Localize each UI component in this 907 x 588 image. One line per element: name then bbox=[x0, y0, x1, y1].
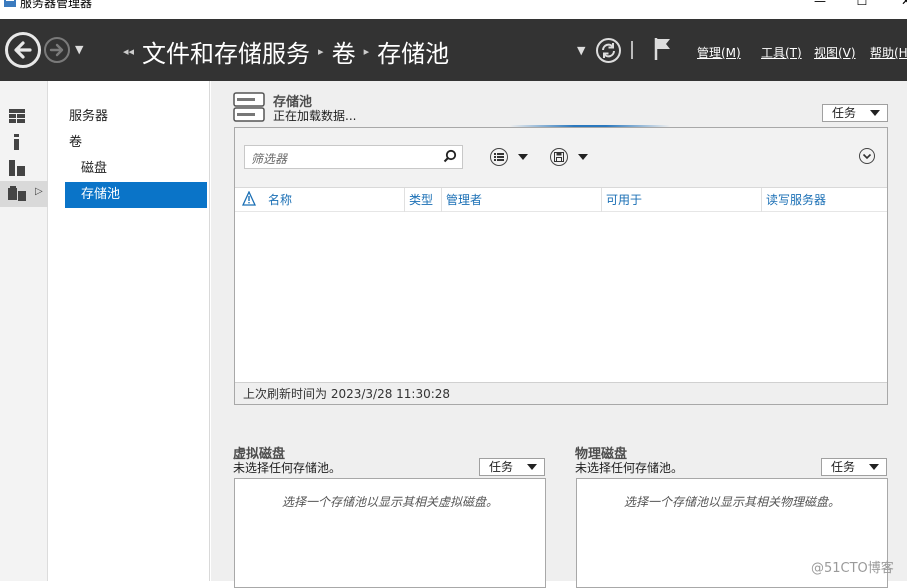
header-bar: ▼ ◂◂ 文件和存储服务 ▸ 卷 ▸ 存储池 ▼ 管理(M) 工具(T) 视图(… bbox=[0, 19, 907, 81]
back-button[interactable] bbox=[5, 32, 41, 68]
tasks-label: 任务 bbox=[831, 460, 856, 474]
physical-disks-message: 选择一个存储池以显示其相关物理磁盘。 bbox=[623, 495, 840, 509]
virtual-disks-panel: 选择一个存储池以显示其相关虚拟磁盘。 bbox=[234, 478, 546, 588]
column-managed-by[interactable]: 管理者 bbox=[441, 188, 482, 212]
column-read-write-server[interactable]: 读写服务器 bbox=[761, 188, 826, 212]
breadcrumb-storage-pools[interactable]: 存储池 bbox=[377, 34, 449, 69]
header-divider bbox=[631, 41, 633, 59]
menu-manage[interactable]: 管理(M) bbox=[697, 44, 741, 61]
notifications-button[interactable] bbox=[653, 36, 673, 62]
refresh-icon bbox=[602, 43, 615, 58]
list-view-dropdown-icon bbox=[518, 154, 528, 160]
filter-toolbar: 筛选器 bbox=[235, 128, 887, 188]
breadcrumb-separator-icon: ▸ bbox=[363, 44, 370, 58]
column-name[interactable]: 名称 bbox=[264, 188, 292, 212]
info-icon bbox=[14, 134, 19, 150]
back-arrow-icon bbox=[14, 41, 32, 59]
last-refresh-status: 上次刷新时间为 2023/3/28 11:30:28 bbox=[235, 382, 887, 404]
save-query-dropdown-icon bbox=[578, 154, 588, 160]
tasks-dropdown-icon bbox=[870, 110, 880, 116]
menu-view[interactable]: 视图(V) bbox=[814, 44, 856, 61]
nav-item-storage-pools[interactable]: 存储池 bbox=[65, 182, 207, 208]
nav-item-servers[interactable]: 服务器 bbox=[65, 104, 207, 130]
maximize-button[interactable]: ☐ bbox=[852, 0, 872, 8]
expand-arrow-icon[interactable]: ▷ bbox=[35, 186, 43, 197]
tasks-dropdown-icon bbox=[869, 464, 879, 470]
warning-column-icon[interactable] bbox=[242, 191, 256, 207]
breadcrumb-file-storage[interactable]: 文件和存储服务 bbox=[142, 34, 310, 69]
column-available-to[interactable]: 可用于 bbox=[601, 188, 642, 212]
save-icon bbox=[554, 152, 564, 162]
minimize-button[interactable]: — bbox=[810, 0, 830, 8]
menu-tools[interactable]: 工具(T) bbox=[761, 44, 802, 61]
expand-filter-button[interactable] bbox=[859, 148, 875, 164]
watermark: @51CTO博客 bbox=[811, 561, 894, 576]
file-storage-nav[interactable]: ▷ bbox=[0, 181, 48, 207]
tasks-dropdown-icon bbox=[527, 464, 537, 470]
dashboard-nav[interactable] bbox=[0, 103, 48, 129]
virtual-disks-message: 选择一个存储池以显示其相关虚拟磁盘。 bbox=[281, 495, 498, 509]
physical-disks-tasks-button[interactable]: 任务 bbox=[821, 458, 887, 476]
file-storage-icon bbox=[8, 186, 26, 201]
dashboard-icon bbox=[9, 109, 25, 123]
left-icon-bar: ▷ bbox=[0, 81, 48, 581]
history-dropdown-icon[interactable]: ▼ bbox=[75, 43, 83, 56]
nav-item-disks[interactable]: 磁盘 bbox=[65, 156, 207, 182]
save-query-button[interactable] bbox=[550, 146, 588, 168]
breadcrumb-volumes[interactable]: 卷 bbox=[332, 34, 356, 69]
breadcrumb-separator-icon: ▸ bbox=[318, 44, 324, 58]
list-view-button[interactable] bbox=[490, 146, 528, 168]
refresh-button[interactable] bbox=[596, 38, 621, 63]
window-title: 服务器管理器 bbox=[20, 0, 93, 10]
nav-item-volumes[interactable]: 卷 bbox=[65, 130, 207, 156]
tasks-label: 任务 bbox=[832, 106, 857, 120]
storage-pool-icon bbox=[233, 92, 265, 122]
local-server-nav[interactable] bbox=[0, 129, 48, 155]
breadcrumb-dropdown-icon[interactable]: ▼ bbox=[577, 44, 585, 57]
chevron-down-icon bbox=[862, 153, 872, 160]
virtual-disks-status: 未选择任何存储池。 bbox=[233, 461, 342, 475]
storage-pools-tasks-button[interactable]: 任务 bbox=[822, 104, 888, 122]
storage-pools-panel: 筛选器 名称 类型 管理者 可用于 读写服务器 上次刷新时间为 2023/3/2… bbox=[234, 127, 888, 405]
forward-arrow-icon bbox=[49, 43, 64, 57]
all-servers-nav[interactable] bbox=[0, 155, 48, 181]
breadcrumb: ◂◂ 文件和存储服务 ▸ 卷 ▸ 存储池 bbox=[123, 34, 449, 69]
navigation-pane: 服务器 卷 磁盘 存储池 bbox=[49, 81, 210, 581]
column-type[interactable]: 类型 bbox=[404, 188, 433, 212]
window-titlebar: 服务器管理器 — ☐ ✕ bbox=[0, 0, 907, 19]
server-manager-app-icon bbox=[4, 0, 16, 7]
flag-icon bbox=[654, 38, 670, 60]
close-button[interactable]: ✕ bbox=[896, 0, 907, 8]
menu-help[interactable]: 帮助(H) bbox=[870, 44, 907, 61]
filter-placeholder: 筛选器 bbox=[251, 152, 288, 166]
virtual-disks-tasks-button[interactable]: 任务 bbox=[479, 458, 545, 476]
storage-pools-status: 正在加载数据... bbox=[273, 109, 357, 123]
breadcrumb-overflow-icon[interactable]: ◂◂ bbox=[123, 45, 134, 58]
list-icon bbox=[494, 153, 504, 161]
filter-input[interactable]: 筛选器 bbox=[244, 145, 463, 169]
search-icon[interactable] bbox=[443, 149, 457, 163]
servers-icon bbox=[9, 160, 25, 176]
physical-disks-status: 未选择任何存储池。 bbox=[575, 461, 684, 475]
tasks-label: 任务 bbox=[489, 460, 514, 474]
forward-button[interactable] bbox=[44, 37, 70, 63]
table-header: 名称 类型 管理者 可用于 读写服务器 bbox=[235, 188, 887, 212]
